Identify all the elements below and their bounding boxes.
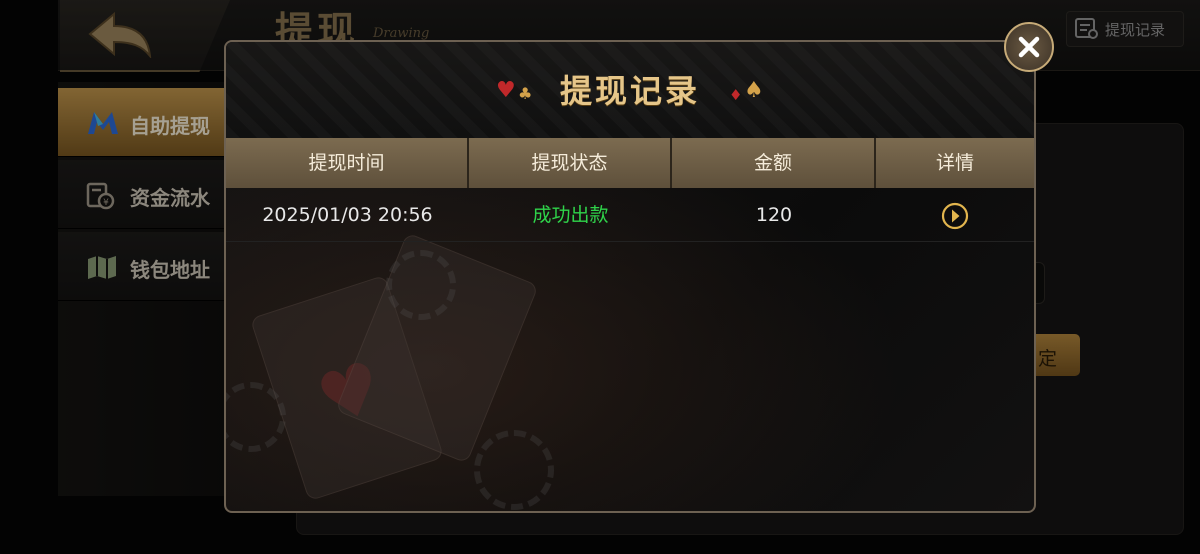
records-table-header: 提现时间 提现状态 金额 详情 xyxy=(226,138,1034,188)
table-row: 2025/01/03 20:56 成功出款 120 xyxy=(226,190,1034,242)
column-header-detail: 详情 xyxy=(935,152,974,174)
diamond-icon: ♦ xyxy=(729,86,743,104)
close-dialog-button[interactable] xyxy=(1004,22,1054,72)
column-header-status: 提现状态 xyxy=(469,138,672,188)
close-icon xyxy=(1018,36,1040,58)
withdraw-time: 2025/01/03 20:56 xyxy=(262,204,433,226)
app-screen: 提现 Drawing 提现记录 自助提现 ¥ 资金流水 钱包地址 定 ♥ ♥ ♣… xyxy=(0,0,1200,554)
detail-button[interactable] xyxy=(876,190,1034,241)
withdraw-records-dialog: ♥ ♥ ♣ 提现记录 ♦ ♠ 提现时间 提现状态 金额 详情 2025/01/0… xyxy=(224,40,1036,513)
club-icon: ♣ xyxy=(518,84,533,103)
column-header-time: 提现时间 xyxy=(226,138,469,188)
poker-chip-decoration xyxy=(474,430,554,510)
chevron-right-circle-icon xyxy=(941,202,969,230)
withdraw-amount: 120 xyxy=(755,204,793,226)
poker-chip-decoration xyxy=(226,382,286,452)
dialog-header: ♥ ♣ 提现记录 ♦ ♠ xyxy=(226,42,1034,138)
dialog-title: 提现记录 xyxy=(560,72,701,110)
withdraw-status: 成功出款 xyxy=(532,204,609,226)
column-header-amount: 金额 xyxy=(672,138,876,188)
spade-icon: ♠ xyxy=(744,78,764,103)
heart-icon: ♥ xyxy=(496,78,516,103)
poker-chip-decoration xyxy=(386,250,456,320)
